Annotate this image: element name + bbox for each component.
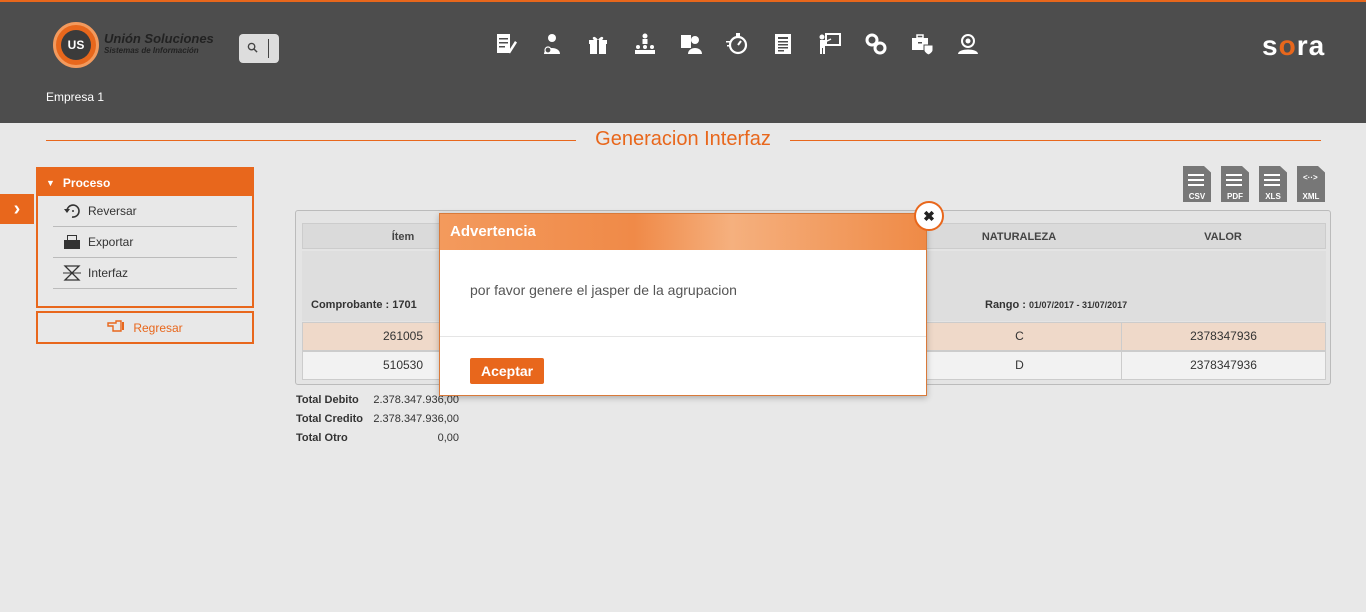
company-logo[interactable]: US Unión Soluciones Sistemas de Informac… — [53, 22, 214, 68]
report-icon[interactable] — [769, 30, 797, 58]
presentation-icon[interactable] — [815, 30, 843, 58]
undo-icon — [63, 203, 81, 219]
back-button[interactable]: Regresar — [36, 311, 254, 344]
total-label: Total Otro — [296, 431, 348, 444]
top-header: US Unión Soluciones Sistemas de Informac… — [0, 0, 1366, 123]
total-label: Total Debito — [296, 393, 359, 406]
organization-icon[interactable] — [631, 30, 659, 58]
menu-item-label: Exportar — [88, 235, 134, 249]
export-pdf-button[interactable]: PDF — [1221, 166, 1251, 202]
back-hand-icon — [107, 319, 125, 336]
brand-logo: sora — [1262, 30, 1326, 61]
menu-item-reversar[interactable]: Reversar — [53, 196, 237, 227]
cell-valor: 2378347936 — [1121, 352, 1325, 379]
edit-document-icon[interactable] — [492, 30, 520, 58]
export-xls-label: XLS — [1259, 191, 1287, 202]
export-pdf-label: PDF — [1221, 191, 1249, 202]
column-header-naturaleza[interactable]: NATURALEZA — [917, 224, 1121, 250]
export-xml-label: XML — [1297, 191, 1325, 202]
search-button[interactable] — [239, 34, 279, 63]
title-divider-right — [790, 140, 1321, 141]
process-panel-title: Proceso — [62, 175, 111, 190]
sidebar-toggle[interactable]: › — [0, 194, 34, 224]
menu-item-exportar[interactable]: Exportar — [53, 227, 237, 258]
menu-item-label: Interfaz — [88, 266, 129, 280]
cell-naturaleza: C — [917, 323, 1121, 350]
column-header-valor[interactable]: VALOR — [1121, 224, 1325, 250]
group-range-value: 01/07/2017 - 31/07/2017 — [1029, 300, 1128, 310]
export-xls-button[interactable]: XLS — [1259, 166, 1289, 202]
group-label: Comprobante : 1701 — [311, 299, 417, 311]
cell-naturaleza: D — [917, 352, 1121, 379]
user-card-icon[interactable] — [677, 30, 705, 58]
dialog-message: por favor genere el jasper de la agrupac… — [440, 250, 926, 337]
dialog-close-button[interactable]: ✖ — [914, 201, 944, 231]
totals-summary: Total Debito 2.378.347.936,00 Total Cred… — [296, 390, 459, 447]
process-panel: ▼ Proceso Reversar Exportar Interfaz — [36, 167, 254, 308]
process-panel-header[interactable]: ▼ Proceso — [38, 169, 252, 196]
back-button-label: Regresar — [133, 320, 183, 335]
export-csv-button[interactable]: CSV — [1183, 166, 1213, 202]
export-icon — [63, 234, 81, 250]
total-otro-row: Total Otro 0,00 — [296, 428, 459, 447]
total-value: 0,00 — [437, 431, 459, 444]
company-name: Empresa 1 — [46, 90, 105, 104]
chevron-right-icon: › — [13, 197, 21, 220]
logo-subtitle: Sistemas de Información — [104, 46, 199, 55]
export-xml-button[interactable]: <··> XML — [1297, 166, 1327, 202]
cell-valor: 2378347936 — [1121, 323, 1325, 350]
module-nav — [492, 30, 1000, 58]
logo-badge-text: US — [61, 30, 91, 60]
accept-button[interactable]: Aceptar — [470, 358, 545, 384]
page-title: Generacion Interfaz — [595, 128, 771, 150]
total-value: 2.378.347.936,00 — [373, 412, 459, 425]
export-csv-label: CSV — [1183, 191, 1211, 202]
logo-title: Unión Soluciones — [104, 31, 214, 46]
total-debito-row: Total Debito 2.378.347.936,00 — [296, 390, 459, 409]
warning-dialog: Advertencia por favor genere el jasper d… — [439, 213, 927, 396]
interface-icon — [63, 265, 81, 281]
total-credito-row: Total Credito 2.378.347.936,00 — [296, 409, 459, 428]
gears-icon[interactable] — [862, 30, 890, 58]
export-toolbar: CSV PDF XLS <··> XML — [1183, 166, 1335, 202]
user-money-icon[interactable] — [538, 30, 566, 58]
logo-badge: US — [53, 22, 99, 68]
user-search-icon[interactable] — [954, 30, 982, 58]
search-icon — [247, 42, 258, 56]
group-range: Rango : 01/07/2017 - 31/07/2017 — [985, 299, 1127, 311]
title-divider-left — [46, 140, 576, 141]
group-range-label: Rango : — [985, 299, 1026, 311]
menu-item-interfaz[interactable]: Interfaz — [53, 258, 237, 289]
close-icon: ✖ — [923, 207, 935, 224]
medical-briefcase-icon[interactable] — [908, 30, 936, 58]
stopwatch-icon[interactable] — [723, 30, 751, 58]
caret-down-icon: ▼ — [46, 177, 55, 188]
gift-icon[interactable] — [584, 30, 612, 58]
menu-item-label: Reversar — [88, 204, 137, 218]
dialog-title: Advertencia — [440, 214, 926, 250]
total-label: Total Credito — [296, 412, 364, 425]
